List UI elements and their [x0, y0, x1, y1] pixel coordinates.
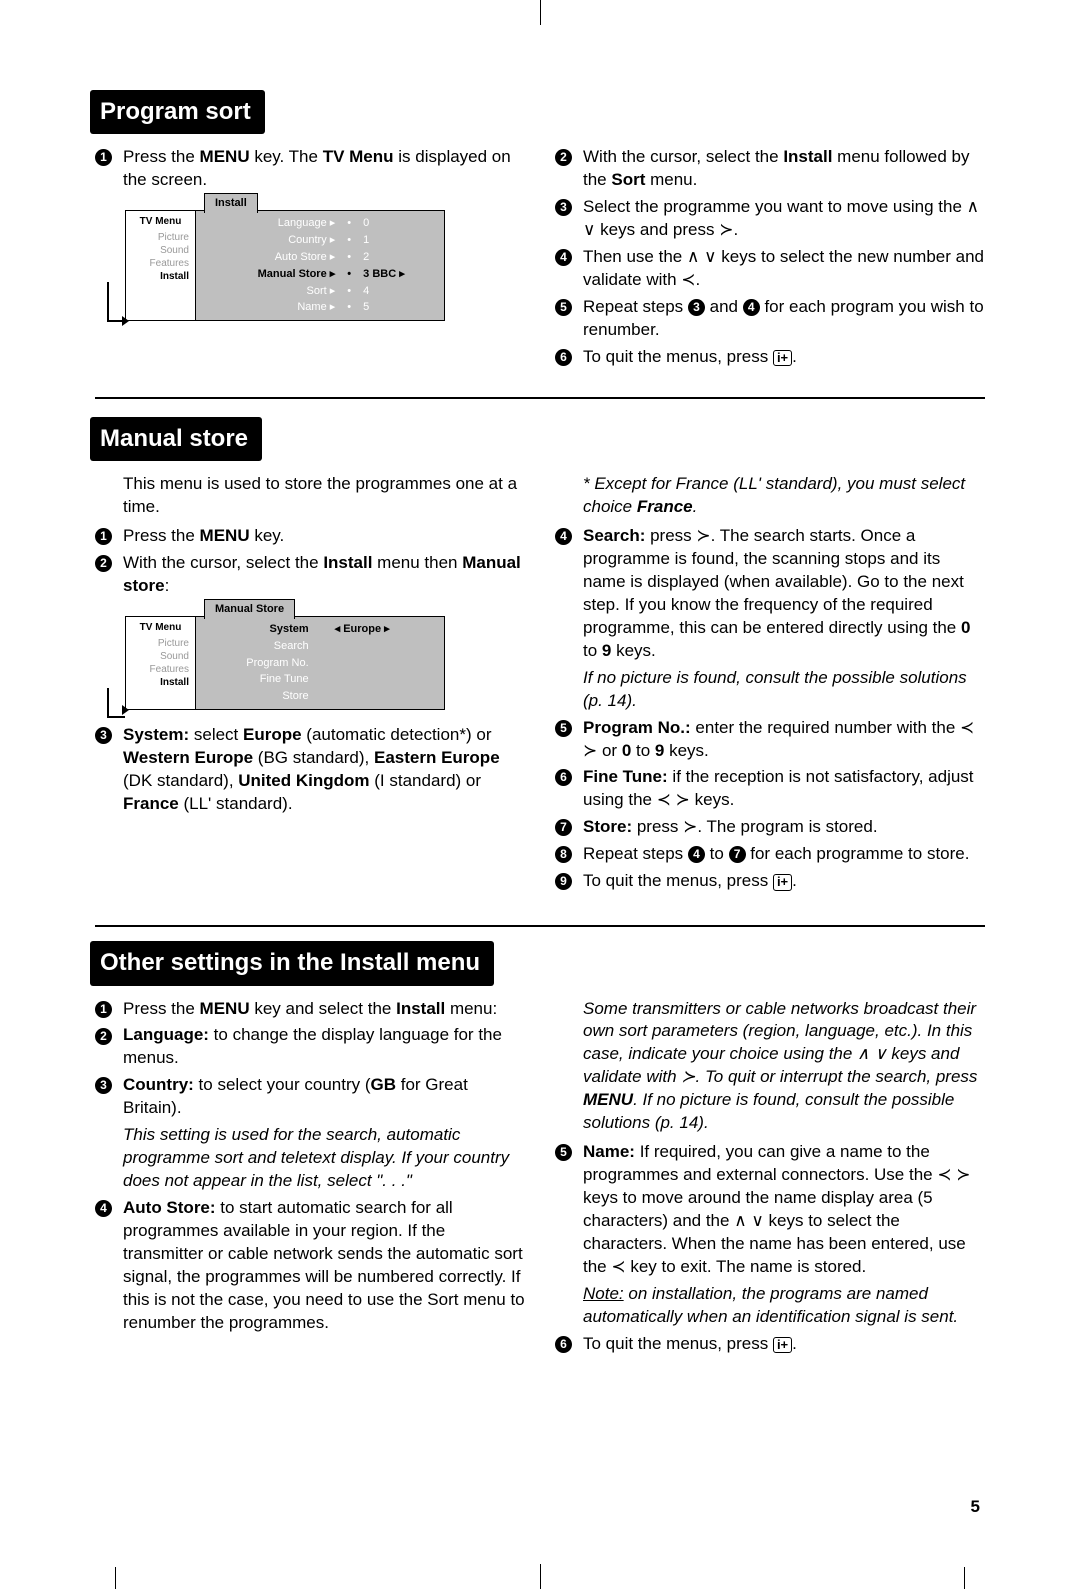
tv-menu-diagram-manual-store: TV Menu PictureSoundFeaturesInstall Manu…: [125, 616, 445, 710]
crop-mark: [115, 1567, 116, 1589]
step-1: 1 Press the MENU key. The TV Menu is dis…: [95, 146, 525, 192]
page-number: 5: [971, 1496, 980, 1519]
crop-mark: [964, 1567, 965, 1589]
crop-mark: [540, 1564, 541, 1589]
manual-store-intro: This menu is used to store the programme…: [95, 473, 525, 519]
info-button-icon: i+: [773, 1337, 792, 1353]
tv-menu-diagram-install: TV Menu PictureSoundFeaturesInstall Inst…: [125, 210, 445, 321]
section-title-other-settings: Other settings in the Install menu: [90, 941, 494, 985]
section-title-manual-store: Manual store: [90, 417, 262, 461]
note-no-picture: If no picture is found, consult the poss…: [555, 667, 985, 713]
section-title-program-sort: Program sort: [90, 90, 265, 134]
info-button-icon: i+: [773, 874, 792, 890]
info-button-icon: i+: [773, 350, 792, 366]
crop-mark: [540, 0, 541, 25]
